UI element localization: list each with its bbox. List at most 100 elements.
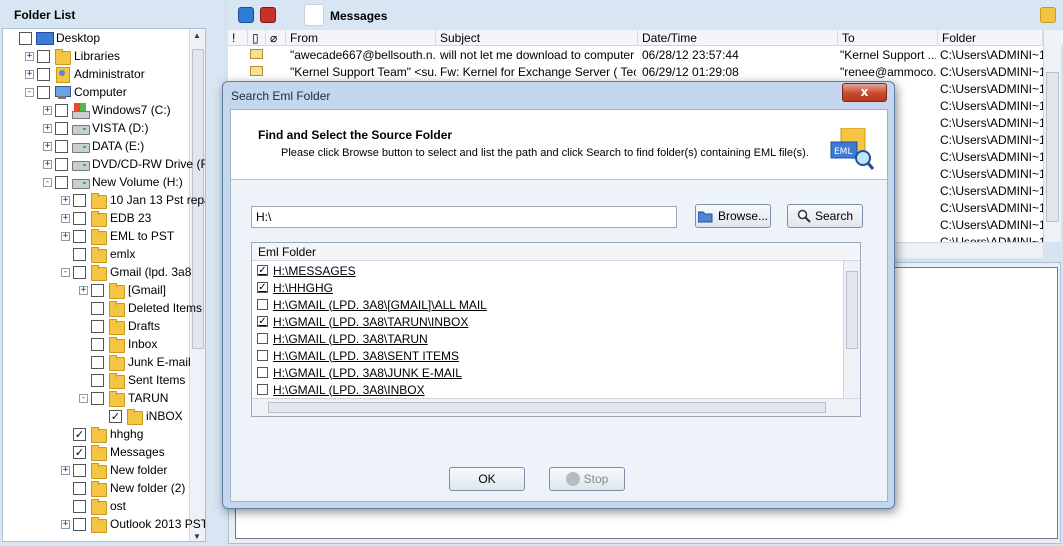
tree-item[interactable]: New folder (2) — [61, 479, 185, 497]
expand-icon[interactable]: + — [61, 231, 70, 241]
tree-checkbox[interactable] — [19, 31, 32, 45]
tree-item[interactable]: Sent Items — [79, 371, 185, 389]
expand-icon[interactable]: + — [43, 105, 52, 115]
search-button[interactable]: Search — [787, 204, 863, 228]
tree-item[interactable]: ✓ Messages — [61, 443, 165, 461]
collapse-icon[interactable]: - — [25, 87, 34, 97]
expand-icon[interactable]: + — [25, 51, 34, 61]
expand-icon[interactable]: + — [43, 159, 52, 169]
tree-item[interactable]: - Gmail (lpd. 3a8 — [61, 263, 191, 281]
eml-folder-row[interactable]: H:\GMAIL (LPD. 3A8\JUNK E-MAIL — [257, 364, 462, 381]
tree-scrollbar[interactable]: ▲ ▼ — [189, 29, 205, 541]
collapse-icon[interactable]: - — [43, 177, 52, 187]
eml-folder-row[interactable]: ✓ H:\GMAIL (LPD. 3A8\TARUN\INBOX — [257, 313, 468, 330]
stop-button[interactable]: Stop — [549, 467, 625, 491]
tree-checkbox[interactable] — [73, 481, 86, 495]
tree-item[interactable]: - Computer — [25, 83, 127, 101]
tree-checkbox[interactable]: ✓ — [109, 409, 122, 423]
message-row[interactable]: "Kernel Support Team" <su... Fw: Kernel f… — [228, 63, 1043, 80]
ok-button[interactable]: OK — [449, 467, 525, 491]
expand-icon[interactable]: + — [61, 519, 70, 529]
tree-item[interactable]: Drafts — [79, 317, 160, 335]
tree-item[interactable]: +10 Jan 13 Pst repaire — [61, 191, 205, 209]
expand-icon[interactable]: + — [61, 195, 70, 205]
tree-checkbox[interactable] — [55, 121, 68, 135]
eml-folder-column-header[interactable]: Eml Folder — [252, 243, 860, 261]
tree-checkbox[interactable] — [91, 391, 104, 405]
expand-icon[interactable]: + — [43, 141, 52, 151]
expand-icon[interactable]: + — [43, 123, 52, 133]
scroll-down-icon[interactable]: ▼ — [193, 532, 201, 541]
tree-item[interactable]: + [Gmail] — [79, 281, 166, 299]
grid-scroll-thumb[interactable] — [1046, 72, 1059, 222]
tree-checkbox[interactable]: ✓ — [73, 445, 86, 459]
grid-scrollbar[interactable] — [1043, 30, 1061, 242]
tree-checkbox[interactable] — [73, 463, 86, 477]
tree-checkbox[interactable] — [73, 229, 86, 243]
tree-item[interactable]: - TARUN — [79, 389, 168, 407]
tree-checkbox[interactable] — [37, 85, 50, 99]
eml-folder-row[interactable]: ✓ H:\MESSAGES — [257, 262, 356, 279]
tree-item[interactable]: + EDB 23 — [61, 209, 151, 227]
folder-checkbox[interactable] — [257, 350, 268, 361]
tree-item[interactable]: - New Volume (H:) — [43, 173, 183, 191]
expand-icon[interactable]: + — [61, 465, 70, 475]
column-folder[interactable]: Folder — [938, 30, 1043, 46]
column-subject[interactable]: Subject — [436, 30, 638, 46]
list-scroll-thumb[interactable] — [846, 271, 858, 349]
tree-item[interactable]: + Windows7 (C:) — [43, 101, 171, 119]
list-hscroll-thumb[interactable] — [268, 402, 826, 413]
tree-checkbox[interactable] — [91, 319, 104, 333]
list-scrollbar[interactable] — [843, 261, 860, 398]
tree-item[interactable]: ✓ hhghg — [61, 425, 143, 443]
column-attachment[interactable]: ⌀ — [266, 30, 286, 46]
collapse-icon[interactable]: - — [79, 393, 88, 403]
tree-checkbox[interactable] — [91, 373, 104, 387]
tree-checkbox[interactable] — [73, 211, 86, 225]
tree-item[interactable]: + Administrator — [25, 65, 145, 83]
tree-item[interactable]: Inbox — [79, 335, 157, 353]
tree-item[interactable]: + VISTA (D:) — [43, 119, 148, 137]
folder-checkbox[interactable] — [257, 333, 268, 344]
folder-icon[interactable] — [1040, 7, 1056, 23]
eml-folder-row[interactable]: H:\GMAIL (LPD. 3A8\TARUN — [257, 330, 428, 347]
browse-button[interactable]: Browse... — [695, 204, 771, 228]
folder-checkbox[interactable] — [257, 299, 268, 310]
hand-icon[interactable] — [260, 7, 276, 23]
eml-folder-row[interactable]: ✓ H:\HHGHG — [257, 279, 333, 296]
folder-checkbox[interactable]: ✓ — [257, 316, 268, 327]
tree-checkbox[interactable] — [37, 49, 50, 63]
tree-item[interactable]: emlx — [61, 245, 135, 263]
tree-item[interactable]: ost — [61, 497, 126, 515]
tree-checkbox[interactable] — [37, 67, 50, 81]
tree-item[interactable]: + EML to PST — [61, 227, 174, 245]
list-horizontal-scrollbar[interactable] — [252, 398, 860, 416]
collapse-icon[interactable]: - — [61, 267, 70, 277]
tree-item[interactable]: ✓ iNBOX — [97, 407, 183, 425]
tree-checkbox[interactable] — [55, 175, 68, 189]
path-input[interactable] — [251, 206, 677, 228]
tree-checkbox[interactable] — [55, 139, 68, 153]
tree-checkbox[interactable] — [91, 283, 104, 297]
tree-checkbox[interactable] — [73, 247, 86, 261]
tree-checkbox[interactable] — [91, 337, 104, 351]
eml-folder-row[interactable]: H:\GMAIL (LPD. 3A8\SENT ITEMS — [257, 347, 459, 364]
tree-item[interactable]: + DVD/CD-RW Drive (F:) — [43, 155, 205, 173]
tree-item[interactable]: Deleted Items — [79, 299, 202, 317]
folder-checkbox[interactable]: ✓ — [257, 282, 268, 293]
close-button[interactable]: x — [842, 83, 887, 102]
tree-item[interactable]: Desktop — [7, 29, 100, 47]
column-to[interactable]: To — [838, 30, 938, 46]
tree-checkbox[interactable] — [91, 301, 104, 315]
scroll-up-icon[interactable]: ▲ — [193, 31, 201, 40]
column-date[interactable]: Date/Time — [638, 30, 838, 46]
tree-checkbox[interactable] — [55, 157, 68, 171]
tree-checkbox[interactable] — [73, 517, 86, 531]
folder-checkbox[interactable]: ✓ — [257, 265, 268, 276]
tree-checkbox[interactable] — [73, 193, 86, 207]
tree-checkbox[interactable] — [91, 355, 104, 369]
tree-item[interactable]: Junk E-mail — [79, 353, 191, 371]
eml-folder-row[interactable]: H:\GMAIL (LPD. 3A8\INBOX — [257, 381, 425, 398]
tree-checkbox[interactable] — [55, 103, 68, 117]
tree-item[interactable]: + Libraries — [25, 47, 120, 65]
